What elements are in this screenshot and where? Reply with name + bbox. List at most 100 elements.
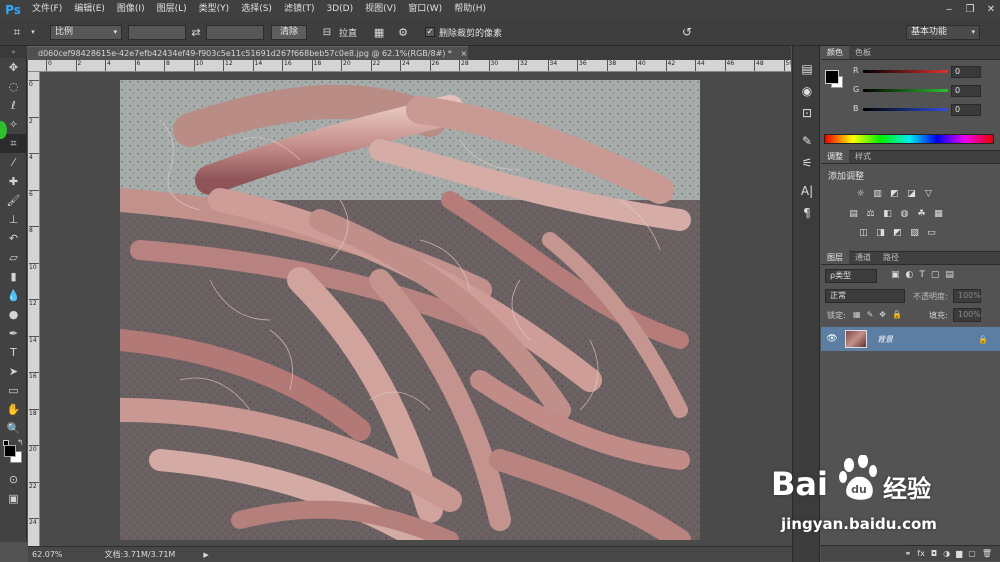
info-panel-icon[interactable]: ⊡ (793, 102, 821, 124)
zoom-level[interactable]: 62.07% (32, 550, 63, 559)
history-panel-icon[interactable]: ▤ (793, 58, 821, 80)
brush-presets-icon[interactable]: ⚟ (793, 152, 821, 174)
layer-name[interactable]: 背景 (877, 334, 893, 345)
quick-mask-icon[interactable]: ⊙ (0, 470, 27, 489)
zoom-tool-icon[interactable]: 🔍 (0, 419, 27, 438)
pixel-filter-icon[interactable]: ▣ (891, 270, 900, 280)
opacity-input[interactable]: 100% (953, 289, 981, 303)
color-swatches[interactable]: ↰ (0, 438, 27, 466)
pen-tool-icon[interactable]: ✒ (0, 324, 27, 343)
tab-adjustments[interactable]: 调整 (821, 150, 849, 163)
curves-icon[interactable]: ◩ (888, 188, 901, 199)
menu-item-3[interactable]: 图层(L) (151, 0, 193, 19)
grid-overlay-icon[interactable]: ▦ (369, 26, 389, 39)
screen-mode-icon[interactable]: ▣ (0, 489, 27, 508)
history-brush-tool-icon[interactable]: ↶ (0, 229, 27, 248)
eyedropper-tool-icon[interactable]: ⁄ (0, 153, 27, 172)
gear-icon[interactable]: ⚙ (393, 26, 413, 39)
adjustment-filter-icon[interactable]: ◐ (906, 270, 914, 280)
hue-saturation-icon[interactable]: ▤ (847, 208, 860, 219)
menu-item-5[interactable]: 选择(S) (235, 0, 278, 19)
marquee-tool-icon[interactable]: ◌ (0, 77, 27, 96)
selective-color-icon[interactable]: ▧ (908, 227, 921, 238)
tab-color[interactable]: 颜色 (821, 46, 849, 59)
character-panel-icon[interactable]: A| (793, 180, 821, 202)
close-window-icon[interactable]: ✕ (982, 2, 1000, 17)
levels-icon[interactable]: ▥ (871, 188, 884, 199)
black-white-icon[interactable]: ◧ (881, 208, 894, 219)
rectangle-tool-icon[interactable]: ▭ (0, 381, 27, 400)
crop-tool-icon[interactable]: ⌗ (6, 25, 28, 40)
exposure-icon[interactable]: ◪ (905, 188, 918, 199)
channel-value-input[interactable]: 0 (951, 104, 981, 116)
document-image-roots[interactable] (120, 80, 700, 540)
menu-item-9[interactable]: 窗口(W) (402, 0, 448, 19)
fx-icon[interactable]: fx (917, 549, 925, 558)
type-tool-icon[interactable]: T (0, 343, 27, 362)
lasso-tool-icon[interactable]: ℓ (0, 96, 27, 115)
lock-image-icon[interactable]: ✎ (867, 310, 874, 319)
document-tab[interactable]: d060cef98428615e-42e7efb42434ef49-f903c5… (28, 46, 468, 60)
new-group-icon[interactable]: ▆ (956, 549, 962, 558)
blend-mode-select[interactable]: 正常 (825, 289, 905, 303)
eraser-tool-icon[interactable]: ▱ (0, 248, 27, 267)
invert-icon[interactable]: ◫ (857, 227, 870, 238)
menu-item-2[interactable]: 图像(I) (111, 0, 151, 19)
lock-transparent-icon[interactable]: ▦ (853, 310, 861, 319)
chevron-down-icon[interactable]: ▾ (28, 28, 38, 36)
type-filter-icon[interactable]: T (919, 270, 925, 280)
gradient-tool-icon[interactable]: ▮ (0, 267, 27, 286)
color-spectrum[interactable] (824, 134, 994, 144)
swap-colors-icon[interactable]: ↰ (17, 438, 24, 447)
gradient-map-icon[interactable]: ▭ (925, 227, 938, 238)
swap-icon[interactable]: ⇄ (186, 26, 206, 39)
clone-stamp-tool-icon[interactable]: ⊥ (0, 210, 27, 229)
new-adjustment-icon[interactable]: ◑ (943, 549, 950, 558)
tab-channels[interactable]: 通道 (849, 251, 877, 264)
channel-slider[interactable] (863, 70, 948, 73)
channel-value-input[interactable]: 0 (951, 66, 981, 78)
link-layers-icon[interactable]: ⚭ (905, 549, 912, 558)
layer-row-background[interactable]: 👁 背景 🔒 (821, 327, 1000, 351)
menu-item-1[interactable]: 编辑(E) (68, 0, 111, 19)
visibility-eye-icon[interactable]: 👁 (821, 334, 843, 344)
menu-item-7[interactable]: 3D(D) (320, 0, 359, 19)
photo-filter-icon[interactable]: ◍ (898, 208, 911, 219)
move-tool-icon[interactable]: ✥ (0, 58, 27, 77)
tab-layers[interactable]: 图层 (821, 251, 849, 264)
new-layer-icon[interactable]: ▢ (968, 549, 976, 558)
foreground-color-swatch[interactable] (4, 445, 16, 457)
toolbar-collapse-icon[interactable]: » (0, 46, 27, 58)
reset-icon[interactable]: ↺ (677, 25, 697, 39)
color-lookup-icon[interactable]: ▦ (932, 208, 945, 219)
lock-all-icon[interactable]: 🔒 (892, 310, 902, 319)
channel-slider[interactable] (863, 108, 948, 111)
channel-slider[interactable] (863, 89, 948, 92)
close-tab-icon[interactable]: × (460, 49, 467, 58)
brightness-icon[interactable]: ☼ (854, 188, 867, 199)
vibrance-icon[interactable]: ▽ (922, 188, 935, 199)
minimize-icon[interactable]: ‒ (940, 2, 958, 17)
color-balance-icon[interactable]: ⚖ (864, 208, 877, 219)
restore-icon[interactable]: ❐ (961, 2, 979, 17)
foreground-color-swatch[interactable] (825, 70, 839, 84)
lock-position-icon[interactable]: ✥ (879, 310, 886, 319)
posterize-icon[interactable]: ◨ (874, 227, 887, 238)
path-selection-tool-icon[interactable]: ➤ (0, 362, 27, 381)
layer-filter-select[interactable]: ρ类型 (825, 269, 877, 283)
threshold-icon[interactable]: ◩ (891, 227, 904, 238)
straighten-icon[interactable]: ⊟ (317, 27, 337, 38)
menu-item-0[interactable]: 文件(F) (26, 0, 68, 19)
status-menu-arrow-icon[interactable]: ▶ (203, 551, 208, 559)
brush-panel-icon[interactable]: ✎ (793, 130, 821, 152)
tab-swatches[interactable]: 色板 (849, 46, 877, 59)
channel-mixer-icon[interactable]: ☘ (915, 208, 928, 219)
height-input[interactable] (206, 24, 264, 40)
width-input[interactable] (128, 24, 186, 40)
straighten-label[interactable]: 拉直 (339, 26, 357, 39)
menu-item-4[interactable]: 类型(Y) (193, 0, 236, 19)
tab-paths[interactable]: 路径 (877, 251, 905, 264)
delete-layer-icon[interactable]: 🗑 (982, 549, 992, 558)
channel-value-input[interactable]: 0 (951, 85, 981, 97)
horizontal-ruler[interactable]: 0 2 4 6 8 10 12 14 16 18 20 22 24 26 28 30 32 34 36 38 40 42 4… (28, 60, 791, 72)
